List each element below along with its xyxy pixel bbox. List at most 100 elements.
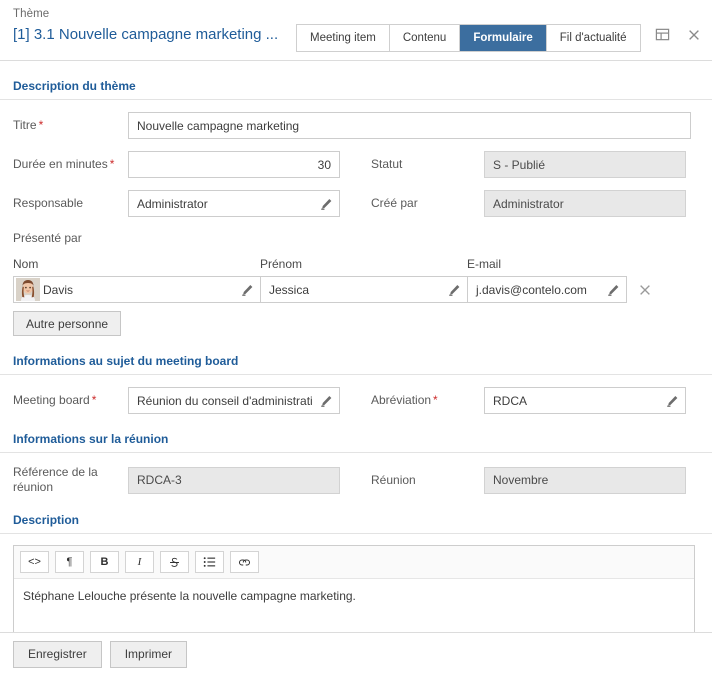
add-person-wrap: Autre personne <box>0 311 712 336</box>
paragraph-icon[interactable]: ¶ <box>55 551 84 573</box>
field-row-responsable-cree: Responsable Administrator Créé par Admin… <box>0 190 712 217</box>
delete-row-icon[interactable] <box>638 283 652 297</box>
label-titre: Titre * <box>13 118 128 133</box>
source-code-icon[interactable]: <> <box>20 551 49 573</box>
italic-icon[interactable]: I <box>125 551 154 573</box>
input-person-prenom-value: Jessica <box>269 282 310 297</box>
page-title: [1] 3.1 Nouvelle campagne marketing ... <box>13 26 279 43</box>
section-reunion: Informations sur la réunion Référence de… <box>0 414 712 495</box>
input-statut: S - Publié <box>484 151 686 178</box>
label-responsable: Responsable <box>13 196 128 211</box>
edit-pencil-icon[interactable] <box>448 283 461 296</box>
section-title-description: Description <box>0 513 712 534</box>
breadcrumb: Thème <box>13 8 50 20</box>
close-icon[interactable] <box>685 26 702 43</box>
section-theme: Description du thème Titre * Nouvelle cam… <box>0 61 712 217</box>
link-icon[interactable] <box>230 551 259 573</box>
input-reunion-value: Novembre <box>493 473 549 487</box>
field-row-meeting-board: Meeting board * Réunion du conseil d'admi… <box>0 387 712 414</box>
input-person-email[interactable]: j.davis@contelo.com <box>467 276 627 303</box>
input-responsable-value: Administrator <box>137 196 208 211</box>
section-presente-par: Présenté par Nom Prénom E-mail Davis Jes… <box>0 231 712 336</box>
autre-personne-button[interactable]: Autre personne <box>13 311 122 336</box>
tab-formulaire[interactable]: Formulaire <box>460 25 547 51</box>
input-abreviation-value: RDCA <box>493 393 528 408</box>
tab-meeting-item[interactable]: Meeting item <box>297 25 390 51</box>
input-meeting-board-value: Réunion du conseil d'administrati <box>137 393 313 408</box>
panel-layout-icon[interactable] <box>654 26 671 43</box>
column-header-email: E-mail <box>467 257 502 271</box>
label-meeting-board-text: Meeting board <box>13 393 90 407</box>
bold-icon[interactable]: B <box>90 551 119 573</box>
required-marker: * <box>433 393 438 407</box>
label-reference-reunion: Référence de la réunion <box>13 465 128 495</box>
label-meeting-board: Meeting board * <box>13 393 128 408</box>
label-titre-text: Titre <box>13 118 37 132</box>
input-titre[interactable]: Nouvelle campagne marketing <box>128 112 691 139</box>
tab-bar: Meeting item Contenu Formulaire Fil d'ac… <box>296 24 641 52</box>
tab-fil-dactualite[interactable]: Fil d'actualité <box>546 25 640 51</box>
label-statut-text: Statut <box>371 157 403 171</box>
input-cree-par-value: Administrator <box>493 196 564 211</box>
label-reunion-text: Réunion <box>371 472 416 487</box>
label-statut: Statut <box>371 157 484 172</box>
input-duree-minutes[interactable]: 30 <box>128 151 340 178</box>
input-abreviation[interactable]: RDCA <box>484 387 686 414</box>
section-meeting-board: Informations au sujet du meeting board M… <box>0 336 712 414</box>
rich-text-editor: <> ¶ B I Stéphane Lelouche présente la n… <box>13 545 695 632</box>
column-header-prenom: Prénom <box>260 257 303 271</box>
section-title-reunion: Informations sur la réunion <box>0 432 712 453</box>
label-cree-par: Créé par <box>371 196 484 211</box>
field-row-duree-statut: Durée en minutes * 30 Statut S - Publié <box>0 151 712 178</box>
field-row-titre: Titre * Nouvelle campagne marketing <box>0 112 712 139</box>
input-titre-value: Nouvelle campagne marketing <box>137 118 300 133</box>
label-abreviation: Abréviation * <box>371 393 484 408</box>
header-actions <box>654 26 702 43</box>
section-description: Description <> ¶ B I Stéphane Lelouche p… <box>0 495 712 632</box>
edit-pencil-icon[interactable] <box>666 394 679 407</box>
label-reunion: Réunion <box>371 473 484 488</box>
input-cree-par: Administrator <box>484 190 686 217</box>
label-duree-text: Durée en minutes <box>13 157 108 171</box>
form-window: Thème [1] 3.1 Nouvelle campagne marketin… <box>0 0 712 675</box>
required-marker: * <box>109 157 115 171</box>
form-body: Description du thème Titre * Nouvelle cam… <box>0 61 712 632</box>
input-person-email-value: j.davis@contelo.com <box>476 282 587 297</box>
edit-pencil-icon[interactable] <box>320 394 333 407</box>
input-person-prenom[interactable]: Jessica <box>260 276 467 303</box>
input-responsable[interactable]: Administrator <box>128 190 340 217</box>
editor-toolbar: <> ¶ B I <box>14 546 694 579</box>
label-abreviation-text: Abréviation <box>371 393 432 407</box>
edit-pencil-icon[interactable] <box>320 197 333 210</box>
label-responsable-text: Responsable <box>13 196 84 210</box>
input-person-nom[interactable]: Davis <box>13 276 260 303</box>
section-title-meeting-board: Informations au sujet du meeting board <box>0 354 712 375</box>
input-person-nom-value: Davis <box>43 282 74 297</box>
table-row: Davis Jessica j.davis@contelo.com <box>0 276 712 303</box>
label-presente-par: Présenté par <box>13 231 82 245</box>
input-reference-reunion-value: RDCA-3 <box>137 473 182 487</box>
label-duree: Durée en minutes * <box>13 157 128 172</box>
label-reference-reunion-text: Référence de la réunion <box>13 465 98 494</box>
tab-contenu[interactable]: Contenu <box>389 25 461 51</box>
save-button[interactable]: Enregistrer <box>13 640 102 668</box>
required-marker: * <box>38 118 44 132</box>
label-cree-par-text: Créé par <box>371 196 418 210</box>
presente-par-column-headers: Nom Prénom E-mail <box>0 257 712 271</box>
form-footer: Enregistrer Imprimer <box>0 632 712 675</box>
bullet-list-icon[interactable] <box>195 551 224 573</box>
description-text[interactable]: Stéphane Lelouche présente la nouvelle c… <box>14 579 694 632</box>
required-marker: * <box>91 393 97 407</box>
avatar <box>16 278 40 301</box>
strikethrough-icon[interactable] <box>160 551 189 573</box>
field-row-reference-reunion: Référence de la réunion RDCA-3 Réunion N… <box>0 465 712 495</box>
print-button[interactable]: Imprimer <box>109 640 188 668</box>
edit-pencil-icon[interactable] <box>607 283 620 296</box>
input-reference-reunion: RDCA-3 <box>128 466 340 494</box>
input-statut-value: S - Publié <box>493 157 546 172</box>
input-meeting-board[interactable]: Réunion du conseil d'administrati <box>128 387 340 414</box>
column-header-nom: Nom <box>13 257 39 271</box>
input-duree-value: 30 <box>317 157 331 172</box>
edit-pencil-icon[interactable] <box>241 283 254 296</box>
window-header: Thème [1] 3.1 Nouvelle campagne marketin… <box>0 0 712 61</box>
